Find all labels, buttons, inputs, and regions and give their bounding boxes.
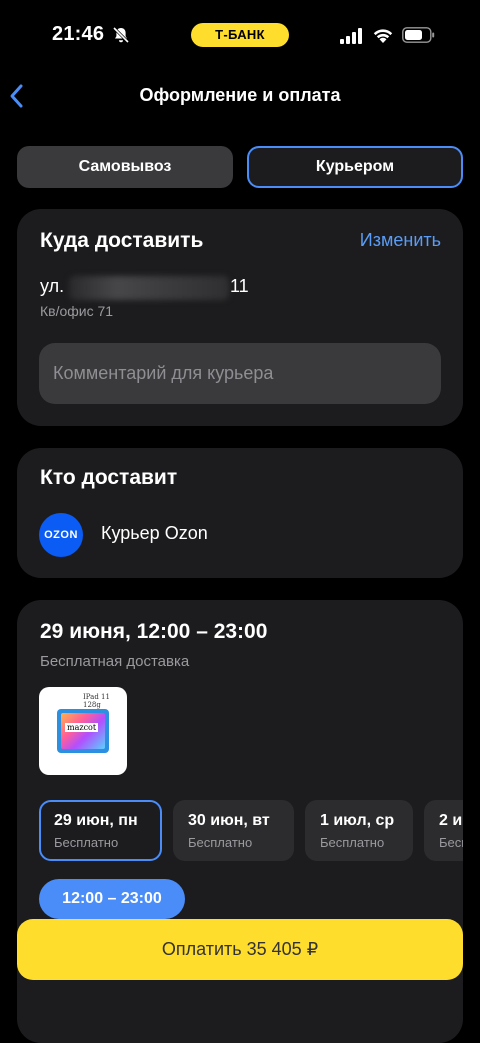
product-image-label: mazcot bbox=[65, 723, 99, 732]
tab-courier[interactable]: Курьером bbox=[247, 146, 463, 188]
address-card: Куда доставить Изменить ул. 11 Кв/офис 7… bbox=[17, 209, 463, 426]
day-option-price: Бесплатно bbox=[188, 835, 253, 850]
product-image-caption: IPad 11 128g bbox=[83, 693, 110, 709]
day-option-title: 1 июл, ср bbox=[320, 812, 395, 829]
bank-badge: Т-БАНК bbox=[191, 23, 289, 47]
change-address-link[interactable]: Изменить bbox=[360, 230, 441, 251]
carrier-heading: Кто доставит bbox=[40, 466, 178, 489]
page-title: Оформление и оплата bbox=[139, 85, 341, 105]
delivery-date-range: 29 июня, 12:00 – 23:00 bbox=[40, 620, 268, 643]
status-bar: 21:46 Т-БАНК bbox=[0, 0, 480, 70]
bell-off-icon bbox=[112, 26, 130, 44]
tablet-image: mazcot bbox=[57, 709, 109, 753]
day-option-title: 30 июн, вт bbox=[188, 812, 270, 829]
delivery-day-selector: 29 июн, пн Бесплатно 30 июн, вт Бесплатн… bbox=[39, 800, 463, 862]
time-slot-selected[interactable]: 12:00 – 23:00 bbox=[39, 879, 185, 919]
street-prefix: ул. bbox=[40, 276, 65, 296]
wifi-icon bbox=[373, 29, 393, 43]
tab-pickup[interactable]: Самовывоз bbox=[17, 146, 233, 188]
pay-button[interactable]: Оплатить 35 405 ₽ bbox=[17, 919, 463, 980]
day-option-price: Бесплатно bbox=[439, 835, 463, 850]
day-option[interactable]: 1 июл, ср Бесплатно bbox=[305, 800, 413, 861]
day-option[interactable]: 2 июл, чт Бесплатно bbox=[424, 800, 463, 861]
courier-name: Курьер Ozon bbox=[101, 523, 208, 543]
street-number: 11 bbox=[230, 276, 249, 296]
signal-icon bbox=[340, 28, 362, 44]
courier-comment-input[interactable]: Комментарий для курьера bbox=[39, 343, 441, 404]
product-thumbnail[interactable]: IPad 11 128g mazcot bbox=[39, 687, 127, 775]
day-option-title: 2 июл, чт bbox=[439, 812, 463, 829]
day-option-selected[interactable]: 29 июн, пн Бесплатно bbox=[39, 800, 162, 861]
comment-placeholder: Комментарий для курьера bbox=[53, 363, 274, 383]
ozon-logo: OZON bbox=[39, 513, 83, 557]
battery-icon bbox=[402, 27, 435, 43]
day-option-title: 29 июн, пн bbox=[54, 812, 138, 829]
carrier-card: Кто доставит OZON Курьер Ozon bbox=[17, 448, 463, 578]
day-option-price: Бесплатно bbox=[320, 835, 385, 850]
day-option-price: Бесплатно bbox=[54, 835, 119, 850]
day-option[interactable]: 30 июн, вт Бесплатно bbox=[173, 800, 294, 861]
status-time: 21:46 bbox=[52, 23, 105, 45]
free-delivery-note: Бесплатная доставка bbox=[40, 653, 190, 670]
apartment-label: Кв/офис 71 bbox=[40, 303, 114, 319]
address-heading: Куда доставить bbox=[40, 229, 204, 252]
redacted-street-name bbox=[69, 276, 229, 300]
